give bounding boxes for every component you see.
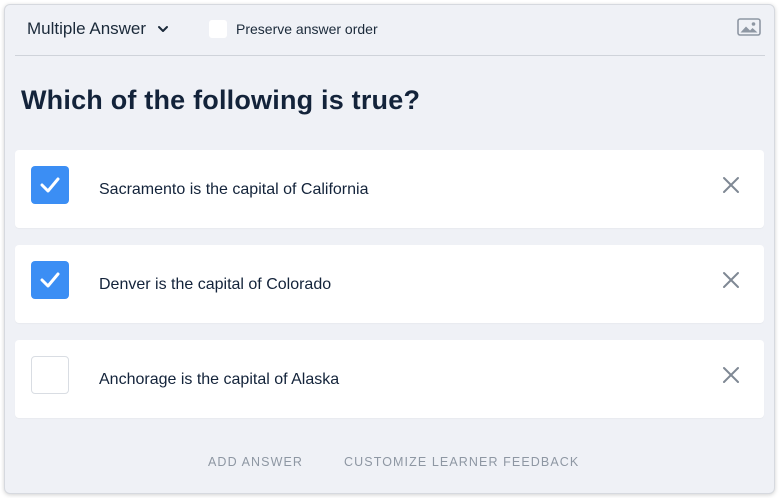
question-title[interactable]: Which of the following is true? [21,85,420,116]
preserve-order-label: Preserve answer order [236,21,378,37]
answer-text[interactable]: Anchorage is the capital of Alaska [99,371,339,389]
answer-row: Anchorage is the capital of Alaska [15,340,764,418]
checkmark-icon [40,177,60,193]
close-icon[interactable] [722,271,740,289]
answer-checkbox[interactable] [31,356,69,394]
preserve-order-checkbox[interactable] [209,20,227,38]
customize-feedback-button[interactable]: CUSTOMIZE LEARNER FEEDBACK [344,455,579,469]
chevron-down-icon [158,26,169,32]
close-icon[interactable] [722,366,740,384]
close-icon[interactable] [722,176,740,194]
checkmark-icon [40,272,60,288]
question-type-label: Multiple Answer [27,19,147,38]
answer-checkbox[interactable] [31,166,69,204]
image-icon[interactable] [737,17,761,37]
question-editor: Multiple Answer Preserve answer order Wh… [4,4,775,494]
answer-text[interactable]: Sacramento is the capital of California [99,181,368,199]
question-type-dropdown[interactable]: Multiple Answer [27,19,170,39]
add-answer-button[interactable]: ADD ANSWER [208,455,303,469]
answer-checkbox[interactable] [31,261,69,299]
preserve-order-option[interactable]: Preserve answer order [209,20,378,38]
answer-text[interactable]: Denver is the capital of Colorado [99,276,331,294]
answer-row: Denver is the capital of Colorado [15,245,764,323]
answer-row: Sacramento is the capital of California [15,150,764,228]
question-toolbar: Multiple Answer Preserve answer order [15,5,765,56]
